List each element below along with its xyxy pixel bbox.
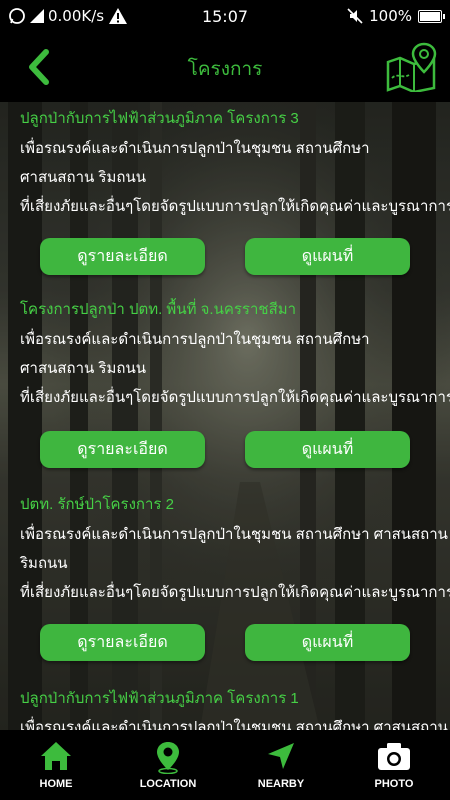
project-description: ริมถนน	[20, 555, 68, 572]
project-description: ศาสนสถาน ริมถนน	[20, 169, 146, 186]
nav-location[interactable]: LOCATION	[112, 730, 224, 800]
project-description: เพื่อรณรงค์และดำเนินการปลูกป่าในชุมชน สถ…	[20, 140, 370, 157]
battery-icon	[418, 9, 445, 23]
navigation-arrow-icon	[268, 743, 294, 769]
project-title[interactable]: ปลูกป่ากับการไฟฟ้าส่วนภูมิภาค โครงการ 1	[20, 686, 299, 710]
status-bar: 0.00K/s 15:07 100%	[0, 0, 450, 32]
home-icon	[41, 742, 71, 770]
project-description: ศาสนสถาน ริมถนน	[20, 360, 146, 377]
view-details-button[interactable]: ดูรายละเอียด	[40, 624, 205, 661]
project-description: เพื่อรณรงค์และดำเนินการปลูกป่าในชุมชน สถ…	[20, 331, 370, 348]
map-pin-icon[interactable]	[384, 40, 438, 92]
nav-label: HOME	[39, 778, 73, 790]
app-header: โครงการ	[0, 32, 450, 102]
nav-photo[interactable]: PHOTO	[338, 730, 450, 800]
project-title[interactable]: ปลูกป่ากับการไฟฟ้าส่วนภูมิภาค โครงการ 3	[20, 106, 299, 130]
view-map-button[interactable]: ดูแผนที่	[245, 238, 410, 275]
project-title[interactable]: โครงการปลูกป่า ปตท. พื้นที่ จ.นครราชสีมา	[20, 297, 296, 321]
view-map-button[interactable]: ดูแผนที่	[245, 431, 410, 468]
project-list[interactable]: ปลูกป่ากับการไฟฟ้าส่วนภูมิภาค โครงการ 3 …	[0, 102, 450, 730]
nav-label: LOCATION	[139, 778, 197, 790]
view-details-button[interactable]: ดูรายละเอียด	[40, 431, 205, 468]
page-title: โครงการ	[187, 59, 263, 80]
project-description: ที่เสี่ยงภัยและอื่นๆโดยจัดรูปแบบการปลูกใ…	[20, 198, 450, 215]
project-description: เพื่อรณรงค์และดำเนินการปลูกป่าในชุมชน สถ…	[20, 526, 448, 543]
project-description: เพื่อรณรงค์และดำเนินการปลูกป่าในชุมชน สถ…	[20, 719, 448, 730]
battery-percent: 100%	[369, 7, 412, 25]
nav-label: PHOTO	[374, 778, 414, 790]
mute-icon	[347, 8, 363, 24]
nav-label: NEARBY	[257, 778, 305, 790]
view-details-button[interactable]: ดูรายละเอียด	[40, 238, 205, 275]
view-map-button[interactable]: ดูแผนที่	[245, 624, 410, 661]
project-title[interactable]: ปตท. รักษ์ป่าโครงการ 2	[20, 492, 174, 516]
camera-icon	[378, 743, 410, 770]
bottom-nav: HOME LOCATION NEARBY PHOTO	[0, 730, 450, 800]
nav-nearby[interactable]: NEARBY	[225, 730, 337, 800]
location-pin-icon	[157, 742, 179, 774]
project-description: ที่เสี่ยงภัยและอื่นๆโดยจัดรูปแบบการปลูกใ…	[20, 584, 450, 601]
project-description: ที่เสี่ยงภัยและอื่นๆโดยจัดรูปแบบการปลูกใ…	[20, 389, 450, 406]
nav-home[interactable]: HOME	[0, 730, 112, 800]
